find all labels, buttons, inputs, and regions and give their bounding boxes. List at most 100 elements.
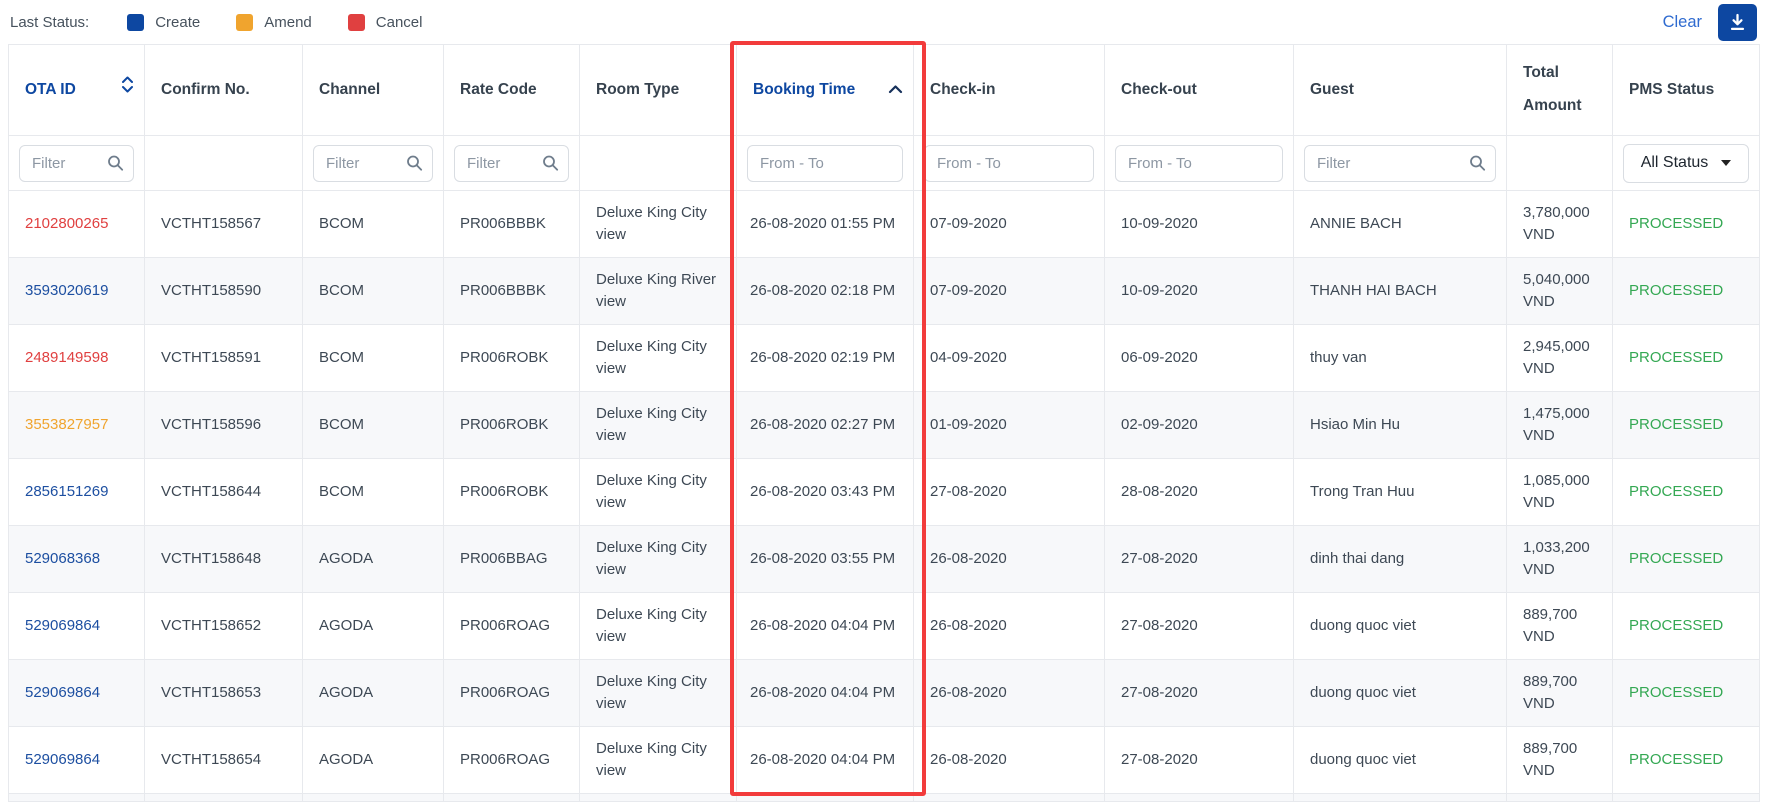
check-out-filter-wrap <box>1115 155 1283 172</box>
column-header-booking-time[interactable]: Booking Time <box>737 45 914 136</box>
rate-code-cell: PR006BBBK <box>444 258 580 325</box>
pms-status-cell: PROCESSED <box>1613 459 1760 526</box>
guest-cell: duong quoc viet <box>1294 727 1507 794</box>
ota-id-cell[interactable]: 529069864 <box>9 727 145 794</box>
ota-id-cell[interactable]: 3593020619 <box>9 258 145 325</box>
confirm-no-cell: VCTHT158591 <box>145 325 303 392</box>
column-header-check-in: Check-in <box>914 45 1105 136</box>
guest-cell: duong quoc viet <box>1294 660 1507 727</box>
ota-id-cell[interactable]: 529069864 <box>9 660 145 727</box>
ota-id-cell[interactable]: 2489149598 <box>9 325 145 392</box>
booking-time-cell: 26-08-2020 02:19 PM <box>737 325 914 392</box>
guest-filter-input[interactable] <box>1304 145 1496 182</box>
table-row: 3553827957VCTHT158596BCOMPR006ROBKDeluxe… <box>9 392 1760 459</box>
check-in-filter-wrap <box>924 155 1094 172</box>
confirm-no-cell: VCTHT158644 <box>145 459 303 526</box>
column-header-confirm-no: Confirm No. <box>145 45 303 136</box>
top-toolbar: Last Status: Create Amend Cancel Clear <box>0 0 1767 44</box>
pms-status-filter-select[interactable]: All Status <box>1623 144 1749 183</box>
check-out-cell: 27-08-2020 <box>1105 660 1294 727</box>
channel-filter-wrap <box>313 155 433 172</box>
pms-status-cell: PROCESSED <box>1613 660 1760 727</box>
total-amount-cell: 889,700 VND <box>1507 727 1613 794</box>
channel-cell: BCOM <box>303 191 444 258</box>
check-in-cell: 27-08-2020 <box>914 459 1105 526</box>
rate-code-cell: PR006ROBK <box>444 325 580 392</box>
rate-code-cell: PR006ROAG <box>444 593 580 660</box>
channel-cell: BCOM <box>303 258 444 325</box>
total-amount-cell: 2,945,000 VND <box>1507 325 1613 392</box>
channel-cell: AGODA <box>303 526 444 593</box>
confirm-no-cell: VCTHT158648 <box>145 526 303 593</box>
ota-id-cell[interactable]: 529069864 <box>9 593 145 660</box>
sort-asc-icon <box>888 74 903 107</box>
pms-status-cell: PROCESSED <box>1613 258 1760 325</box>
rate-code-cell: PR006BBBK <box>444 191 580 258</box>
total-amount-cell: 1,475,000 VND <box>1507 392 1613 459</box>
legend-amend-label: Amend <box>264 14 312 31</box>
search-icon <box>406 155 423 172</box>
confirm-no-cell: VCTHT158653 <box>145 660 303 727</box>
empty-cell <box>444 794 580 802</box>
check-out-range-input[interactable] <box>1115 145 1283 182</box>
confirm-no-cell: VCTHT158654 <box>145 727 303 794</box>
empty-cell <box>145 794 303 802</box>
booking-time-cell: 26-08-2020 04:04 PM <box>737 727 914 794</box>
guest-cell: THANH HAI BACH <box>1294 258 1507 325</box>
legend-create-label: Create <box>155 14 200 31</box>
room-type-cell: Deluxe King City view <box>580 727 737 794</box>
clear-filters-button[interactable]: Clear <box>1663 13 1702 32</box>
pms-status-cell: PROCESSED <box>1613 526 1760 593</box>
table-body: 2102800265VCTHT158567BCOMPR006BBBKDeluxe… <box>9 191 1760 802</box>
guest-cell: ANNIE BACH <box>1294 191 1507 258</box>
legend-item-create: Create <box>127 14 200 31</box>
search-icon <box>1469 155 1486 172</box>
room-type-cell: Deluxe King City view <box>580 191 737 258</box>
table-row: 2856151269VCTHT158644BCOMPR006ROBKDeluxe… <box>9 459 1760 526</box>
ota-id-cell[interactable]: 2102800265 <box>9 191 145 258</box>
sort-both-icon <box>121 74 134 107</box>
room-type-cell: Deluxe King City view <box>580 392 737 459</box>
table-row: 2489149598VCTHT158591BCOMPR006ROBKDeluxe… <box>9 325 1760 392</box>
confirm-no-cell: VCTHT158652 <box>145 593 303 660</box>
room-type-cell: Deluxe King River view <box>580 258 737 325</box>
check-out-cell: 27-08-2020 <box>1105 526 1294 593</box>
empty-cell <box>1613 794 1760 802</box>
legend-item-cancel: Cancel <box>348 14 423 31</box>
table-row-partial <box>9 794 1760 802</box>
total-amount-cell: 3,780,000 VND <box>1507 191 1613 258</box>
empty-cell <box>580 794 737 802</box>
check-out-cell: 02-09-2020 <box>1105 392 1294 459</box>
last-status-label: Last Status: <box>10 14 89 31</box>
column-header-channel: Channel <box>303 45 444 136</box>
rate-code-cell: PR006ROBK <box>444 459 580 526</box>
channel-cell: BCOM <box>303 459 444 526</box>
empty-cell <box>1105 794 1294 802</box>
booking-time-cell: 26-08-2020 04:04 PM <box>737 593 914 660</box>
table-row: 2102800265VCTHT158567BCOMPR006BBBKDeluxe… <box>9 191 1760 258</box>
check-in-cell: 01-09-2020 <box>914 392 1105 459</box>
table-row: 3593020619VCTHT158590BCOMPR006BBBKDeluxe… <box>9 258 1760 325</box>
empty-cell <box>914 794 1105 802</box>
search-icon <box>542 155 559 172</box>
confirm-no-cell: VCTHT158567 <box>145 191 303 258</box>
empty-cell <box>303 794 444 802</box>
check-in-range-input[interactable] <box>924 145 1094 182</box>
rate-code-cell: PR006ROBK <box>444 392 580 459</box>
column-header-guest: Guest <box>1294 45 1507 136</box>
chevron-down-icon <box>1721 160 1731 166</box>
ota-id-cell[interactable]: 3553827957 <box>9 392 145 459</box>
bookings-table-wrap: OTA ID Confirm No. Channel Rate Code Roo… <box>8 44 1759 802</box>
booking-time-range-input[interactable] <box>747 145 903 182</box>
ota-id-cell[interactable]: 2856151269 <box>9 459 145 526</box>
column-header-ota-id[interactable]: OTA ID <box>9 45 145 136</box>
booking-time-cell: 26-08-2020 04:04 PM <box>737 660 914 727</box>
search-icon <box>107 155 124 172</box>
download-button[interactable] <box>1718 4 1757 41</box>
column-header-rate-code: Rate Code <box>444 45 580 136</box>
ota-id-cell[interactable]: 529068368 <box>9 526 145 593</box>
guest-cell: duong quoc viet <box>1294 593 1507 660</box>
check-out-cell: 28-08-2020 <box>1105 459 1294 526</box>
booking-time-cell: 26-08-2020 02:18 PM <box>737 258 914 325</box>
booking-time-cell: 26-08-2020 03:43 PM <box>737 459 914 526</box>
